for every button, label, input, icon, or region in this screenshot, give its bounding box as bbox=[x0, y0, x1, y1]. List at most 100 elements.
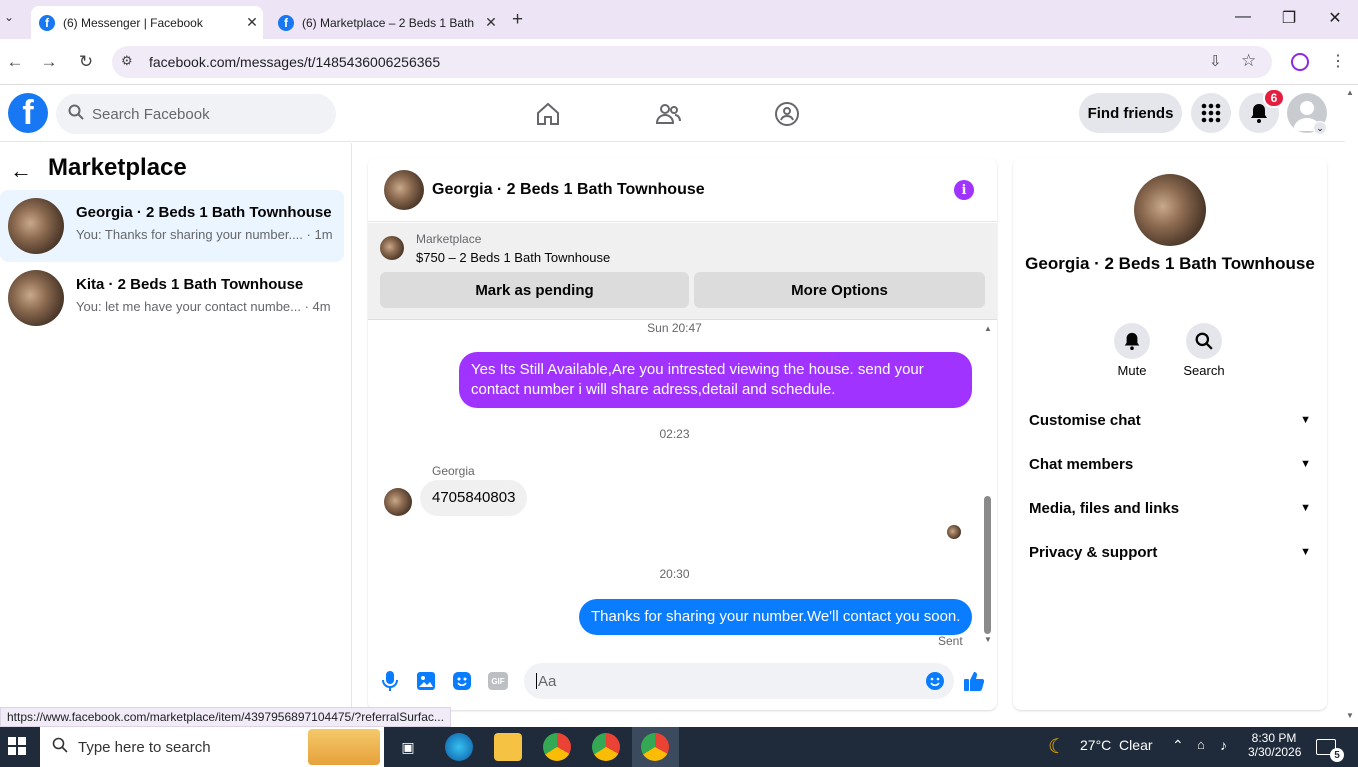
tab-marketplace[interactable]: f (6) Marketplace – 2 Beds 1 Bath ✕ bbox=[270, 6, 502, 39]
details-avatar[interactable] bbox=[1134, 174, 1206, 246]
listing-thumbnail[interactable] bbox=[380, 236, 404, 260]
tab-title: (6) Marketplace – 2 Beds 1 Bath bbox=[302, 15, 475, 30]
timestamp: Sun 20:47 bbox=[647, 321, 702, 335]
groups-icon[interactable] bbox=[773, 100, 801, 128]
conversation-name: Kita · 2 Beds 1 Bath Townhouse bbox=[76, 276, 304, 293]
notification-count-badge: 5 bbox=[1330, 748, 1344, 762]
taskbar-search-box[interactable]: Type here to search bbox=[40, 727, 384, 767]
listing-thumbnail bbox=[8, 270, 64, 326]
friends-icon[interactable] bbox=[654, 100, 682, 128]
listing-price[interactable]: $750 – 2 Beds 1 Bath Townhouse bbox=[416, 250, 610, 265]
more-options-button[interactable]: More Options bbox=[694, 272, 985, 308]
conversation-preview: You: let me have your contact numbe... ·… bbox=[76, 299, 331, 314]
conversation-kita[interactable]: Kita · 2 Beds 1 Bath Townhouse You: let … bbox=[0, 262, 344, 334]
edge-icon[interactable] bbox=[445, 733, 473, 761]
find-friends-button[interactable]: Find friends bbox=[1079, 93, 1182, 133]
sidebar-title: Marketplace bbox=[48, 154, 187, 181]
seen-avatar bbox=[947, 525, 961, 539]
search-in-chat-button[interactable] bbox=[1186, 323, 1222, 359]
outgoing-message[interactable]: Thanks for sharing your number.We'll con… bbox=[579, 599, 972, 635]
clock-date: 3/30/2026 bbox=[1248, 745, 1302, 759]
bookmark-star-icon[interactable]: ☆ bbox=[1241, 51, 1256, 71]
section-label: Chat members bbox=[1029, 455, 1134, 473]
chat-avatar[interactable] bbox=[384, 170, 424, 210]
new-tab-button[interactable]: + bbox=[512, 9, 523, 31]
chevron-down-icon: ▼ bbox=[1300, 458, 1311, 470]
close-window-button[interactable]: ✕ bbox=[1320, 8, 1350, 28]
clock-time: 8:30 PM bbox=[1251, 731, 1297, 745]
chrome-active-icon[interactable] bbox=[641, 733, 669, 761]
mark-as-pending-button[interactable]: Mark as pending bbox=[380, 272, 689, 308]
close-tab-icon[interactable]: ✕ bbox=[480, 14, 502, 31]
url-text[interactable]: facebook.com/messages/t/1485436006256365 bbox=[149, 54, 440, 70]
privacy-support-section[interactable]: Privacy & support ▼ bbox=[1029, 540, 1311, 564]
maximize-button[interactable]: ❐ bbox=[1274, 8, 1304, 28]
sender-name: Georgia bbox=[432, 464, 475, 478]
outgoing-message[interactable]: Yes Its Still Available,Are you intreste… bbox=[459, 352, 972, 408]
clock[interactable]: 8:30 PM 3/30/2026 bbox=[1248, 731, 1302, 759]
scroll-up-arrow[interactable]: ▲ bbox=[1346, 88, 1354, 97]
chevron-down-icon: ▼ bbox=[1300, 546, 1311, 558]
browser-menu-icon[interactable]: ⋮ bbox=[1330, 51, 1346, 71]
search-icon bbox=[68, 104, 84, 124]
timestamp: 20:30 bbox=[659, 567, 690, 581]
facebook-search-input[interactable]: Search Facebook bbox=[56, 94, 336, 134]
home-icon[interactable] bbox=[534, 100, 562, 128]
sender-avatar[interactable] bbox=[384, 488, 412, 516]
section-label: Media, files and links bbox=[1029, 499, 1180, 517]
thumbs-up-icon[interactable] bbox=[963, 670, 985, 692]
back-arrow-icon[interactable]: ← bbox=[3, 52, 27, 72]
facebook-logo[interactable]: f bbox=[8, 93, 48, 133]
network-icon[interactable]: ⌂ bbox=[1197, 737, 1205, 752]
task-view-icon[interactable]: ▣ bbox=[394, 733, 422, 761]
message-placeholder: Aa bbox=[538, 672, 557, 690]
incoming-message[interactable]: 4705840803 bbox=[420, 480, 528, 516]
profile-icon[interactable] bbox=[1291, 53, 1309, 71]
file-explorer-icon[interactable] bbox=[494, 733, 522, 761]
scroll-down-arrow[interactable]: ▼ bbox=[1346, 711, 1354, 720]
sent-status: Sent bbox=[938, 634, 963, 648]
gif-icon[interactable]: GIF bbox=[487, 670, 509, 692]
taskbar-search-placeholder: Type here to search bbox=[78, 738, 211, 756]
chat-scrollbar[interactable]: ▲ ▼ bbox=[983, 322, 992, 644]
weather-text[interactable]: 27°C Clear bbox=[1080, 737, 1153, 753]
account-chevron-icon[interactable]: ⌄ bbox=[1313, 121, 1327, 135]
search-placeholder: Search Facebook bbox=[92, 105, 210, 123]
reload-icon[interactable]: ↻ bbox=[74, 52, 98, 72]
close-tab-icon[interactable]: ✕ bbox=[241, 14, 263, 31]
photo-icon[interactable] bbox=[415, 670, 437, 692]
emoji-icon[interactable] bbox=[924, 670, 946, 692]
notification-badge: 6 bbox=[1263, 88, 1285, 108]
info-icon[interactable]: i bbox=[954, 180, 974, 200]
minimize-button[interactable]: — bbox=[1228, 8, 1258, 26]
chat-header: Georgia · 2 Beds 1 Bath Townhouse bbox=[368, 158, 997, 222]
tab-messenger[interactable]: f (6) Messenger | Facebook ✕ bbox=[31, 6, 263, 39]
chat-title[interactable]: Georgia · 2 Beds 1 Bath Townhouse bbox=[432, 181, 705, 199]
conversation-preview: You: Thanks for sharing your number.... … bbox=[76, 227, 333, 242]
tab-list-chevron-icon[interactable]: ⌄ bbox=[4, 10, 14, 24]
conversation-georgia[interactable]: Georgia · 2 Beds 1 Bath Townhouse You: T… bbox=[0, 190, 344, 262]
install-app-icon[interactable]: ⇩ bbox=[1209, 52, 1222, 70]
menu-grid-icon[interactable] bbox=[1191, 93, 1231, 133]
microphone-icon[interactable] bbox=[379, 670, 401, 692]
listing-thumbnail bbox=[8, 198, 64, 254]
facebook-favicon-icon: f bbox=[278, 14, 294, 31]
search-highlight-image bbox=[308, 729, 380, 765]
forward-arrow-icon[interactable]: → bbox=[37, 52, 61, 72]
site-info-icon[interactable]: ⚙ bbox=[121, 53, 133, 69]
back-arrow-icon[interactable]: ← bbox=[10, 158, 32, 184]
media-files-links-section[interactable]: Media, files and links ▼ bbox=[1029, 496, 1311, 520]
message-input[interactable]: Aa bbox=[524, 663, 954, 699]
chevron-down-icon: ▼ bbox=[1300, 502, 1311, 514]
mute-button[interactable] bbox=[1114, 323, 1150, 359]
customise-chat-section[interactable]: Customise chat ▼ bbox=[1029, 408, 1311, 432]
sticker-icon[interactable] bbox=[451, 670, 473, 692]
chat-members-section[interactable]: Chat members ▼ bbox=[1029, 452, 1311, 476]
moon-weather-icon: ☾ bbox=[1048, 736, 1066, 758]
chrome-profile-icon[interactable] bbox=[592, 733, 620, 761]
volume-icon[interactable]: ♪ bbox=[1220, 737, 1227, 753]
tray-chevron-icon[interactable]: ⌃ bbox=[1172, 737, 1184, 754]
chrome-icon[interactable] bbox=[543, 733, 571, 761]
section-label: Customise chat bbox=[1029, 411, 1141, 429]
windows-start-icon[interactable] bbox=[8, 737, 26, 760]
